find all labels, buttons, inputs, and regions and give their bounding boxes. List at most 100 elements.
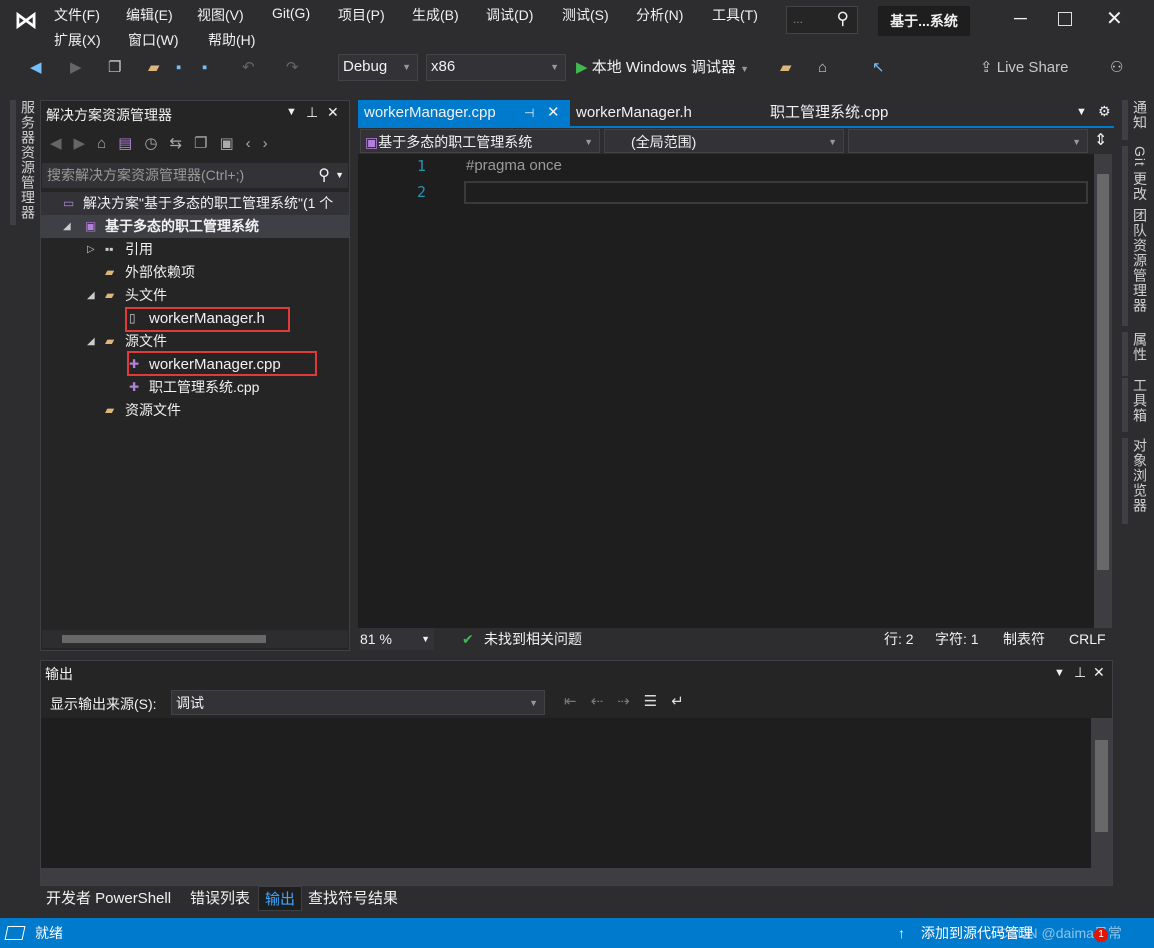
save-all-icon[interactable]: ▪ (202, 56, 207, 80)
home-icon[interactable]: ⌂ (818, 56, 827, 80)
history-icon[interactable]: ◷ (144, 135, 169, 152)
eol-status[interactable]: CRLF (1069, 628, 1106, 650)
tree-item[interactable]: ▯ workerManager.h (41, 307, 349, 332)
tree-item[interactable]: ✚ workerManager.cpp (41, 351, 349, 376)
output-horizontal-scrollbar[interactable] (41, 868, 1112, 885)
menu-item[interactable]: 扩展(X) (54, 30, 101, 50)
find-message-icon[interactable]: ⇤ (564, 693, 591, 710)
menu-item[interactable]: 工具(T) (712, 5, 758, 25)
menu-item[interactable]: 分析(N) (636, 5, 683, 25)
right-tool-tab[interactable]: 通知 (1122, 100, 1150, 140)
project-nav-select[interactable]: ▣基于多态的职工管理系统 ▼ (360, 129, 600, 153)
right-tool-tab[interactable]: 团队资源管理器 (1122, 208, 1150, 326)
tree-item[interactable]: ▰ 资源文件 (41, 399, 349, 422)
platform-select[interactable]: x86 ▼ (426, 54, 566, 81)
show-all-icon[interactable]: ▣ (219, 135, 245, 152)
forward-icon[interactable]: ▶ (70, 56, 82, 80)
collapse-icon[interactable]: ◢ (63, 215, 71, 238)
search-box[interactable]: ... ⚲ (786, 6, 858, 34)
live-share-button[interactable]: ⇪ Live Share (980, 56, 1068, 80)
new-project-icon[interactable]: ❐ (108, 56, 121, 80)
collapse-icon[interactable]: ❐ (194, 135, 219, 152)
menu-item[interactable]: 文件(F) (54, 5, 100, 25)
tab-职工管理系统.cpp[interactable]: 职工管理系统.cpp (764, 100, 894, 126)
tabs-status[interactable]: 制表符 (1003, 628, 1045, 650)
menu-item[interactable]: 生成(B) (412, 5, 459, 25)
zoom-select[interactable]: 81 % ▼ (360, 628, 434, 650)
close-tab-icon[interactable]: ✕ (547, 100, 560, 126)
right-tool-tab[interactable]: Git 更改 (1122, 146, 1150, 208)
notification-badge[interactable]: 1 (1094, 928, 1108, 942)
output-content[interactable] (41, 718, 1091, 868)
code-editor[interactable] (358, 154, 1094, 628)
output-source-select[interactable]: 调试 ▼ (171, 690, 545, 715)
word-wrap-icon[interactable]: ↵ (671, 693, 698, 710)
menu-item[interactable]: 帮助(H) (208, 30, 255, 50)
bottom-tab[interactable]: 输出 (258, 886, 303, 911)
home-icon[interactable]: ⌂ (97, 135, 118, 152)
next-message-icon[interactable]: ⇢ (617, 693, 644, 710)
code-line[interactable]: #pragma once (466, 157, 562, 174)
pin-icon[interactable]: ⊥ (1074, 664, 1086, 681)
switch-view-icon[interactable]: ▤ (118, 135, 144, 152)
menu-item[interactable]: 窗口(W) (128, 30, 179, 50)
right-tool-tab[interactable]: 对象浏览器 (1122, 438, 1150, 524)
menu-item[interactable]: 测试(S) (562, 5, 609, 25)
code-icon[interactable]: ‹› (246, 135, 280, 152)
configuration-select[interactable]: Debug ▼ (338, 54, 418, 81)
collapse-icon[interactable]: ◢ (87, 330, 95, 353)
back-icon[interactable]: ◀ (50, 135, 74, 152)
tree-item[interactable]: ▭ 解决方案"基于多态的职工管理系统"(1 个 (41, 192, 349, 215)
collapse-icon[interactable]: ◢ (87, 284, 95, 307)
right-tool-tab[interactable]: 属性 (1122, 332, 1150, 376)
pin-icon[interactable]: ⊥ (306, 104, 318, 121)
redo-icon[interactable]: ↷ (286, 56, 299, 80)
account-icon[interactable]: ⚇ (1110, 56, 1123, 80)
gear-icon[interactable]: ⚙ (1098, 103, 1111, 120)
close-panel-icon[interactable]: ✕ (327, 104, 339, 121)
tree-item[interactable]: ◢ ▰ 源文件 (41, 330, 349, 353)
bottom-tab[interactable]: 错误列表 (184, 886, 256, 911)
issues-status[interactable]: 未找到相关问题 (484, 628, 582, 650)
sync-icon[interactable]: ⇆ (169, 135, 194, 152)
expand-icon[interactable]: ▷ (87, 238, 95, 261)
close-button[interactable]: ✕ (1106, 6, 1123, 31)
menu-item[interactable]: Git(G) (272, 5, 310, 21)
scrollbar-thumb[interactable] (62, 635, 266, 643)
clear-all-icon[interactable]: ☰ (644, 693, 671, 710)
pointer-icon[interactable]: ↖ (872, 56, 885, 80)
right-tool-tab[interactable]: 工具箱 (1122, 378, 1150, 432)
tree-item[interactable]: ▰ 外部依赖项 (41, 261, 349, 284)
bottom-tab[interactable]: 查找符号结果 (302, 886, 404, 911)
scrollbar-thumb[interactable] (1097, 174, 1109, 570)
minimize-button[interactable]: ─ (1014, 8, 1027, 29)
panel-menu-icon[interactable]: ▼ (1054, 667, 1065, 679)
tree-item[interactable]: ✚ 职工管理系统.cpp (41, 376, 349, 399)
prev-message-icon[interactable]: ⇠ (591, 693, 618, 710)
server-explorer-tab[interactable]: 服务器资源管理器 (10, 100, 38, 225)
folder-search-icon[interactable]: ▰ (780, 56, 792, 80)
scrollbar-thumb[interactable] (1095, 740, 1108, 832)
member-nav-select[interactable]: ▼ (848, 129, 1088, 153)
close-panel-icon[interactable]: ✕ (1093, 664, 1105, 681)
menu-item[interactable]: 调试(D) (486, 5, 533, 25)
menu-item[interactable]: 项目(P) (338, 5, 385, 25)
tree-item[interactable]: ◢ ▣ 基于多态的职工管理系统 (41, 215, 349, 238)
tab-workerManager.h[interactable]: workerManager.h (570, 100, 698, 126)
scope-nav-select[interactable]: (全局范围) ▼ (604, 129, 844, 153)
open-folder-icon[interactable]: ▰ (148, 56, 160, 80)
save-icon[interactable]: ▪ (176, 56, 181, 80)
tab-workerManager.cpp[interactable]: workerManager.cpp ⊣ ✕ (358, 100, 570, 126)
panel-menu-icon[interactable]: ▼ (286, 106, 297, 118)
start-debug-button[interactable]: ▶ 本地 Windows 调试器 ▼ (576, 56, 749, 80)
maximize-button[interactable] (1058, 12, 1072, 26)
solution-search-input[interactable]: 搜索解决方案资源管理器(Ctrl+;) ⚲ ▼ (42, 163, 348, 188)
pin-icon[interactable]: ⊣ (524, 100, 534, 126)
menu-item[interactable]: 编辑(E) (126, 5, 173, 25)
tree-item[interactable]: ▷ ▪▪ 引用 (41, 238, 349, 261)
back-icon[interactable]: ◀ (30, 56, 42, 80)
split-editor-icon[interactable]: ⇕ (1094, 130, 1107, 150)
menu-item[interactable]: 视图(V) (197, 5, 244, 25)
undo-icon[interactable]: ↶ (242, 56, 255, 80)
tab-overflow-icon[interactable]: ▼ (1076, 106, 1087, 118)
